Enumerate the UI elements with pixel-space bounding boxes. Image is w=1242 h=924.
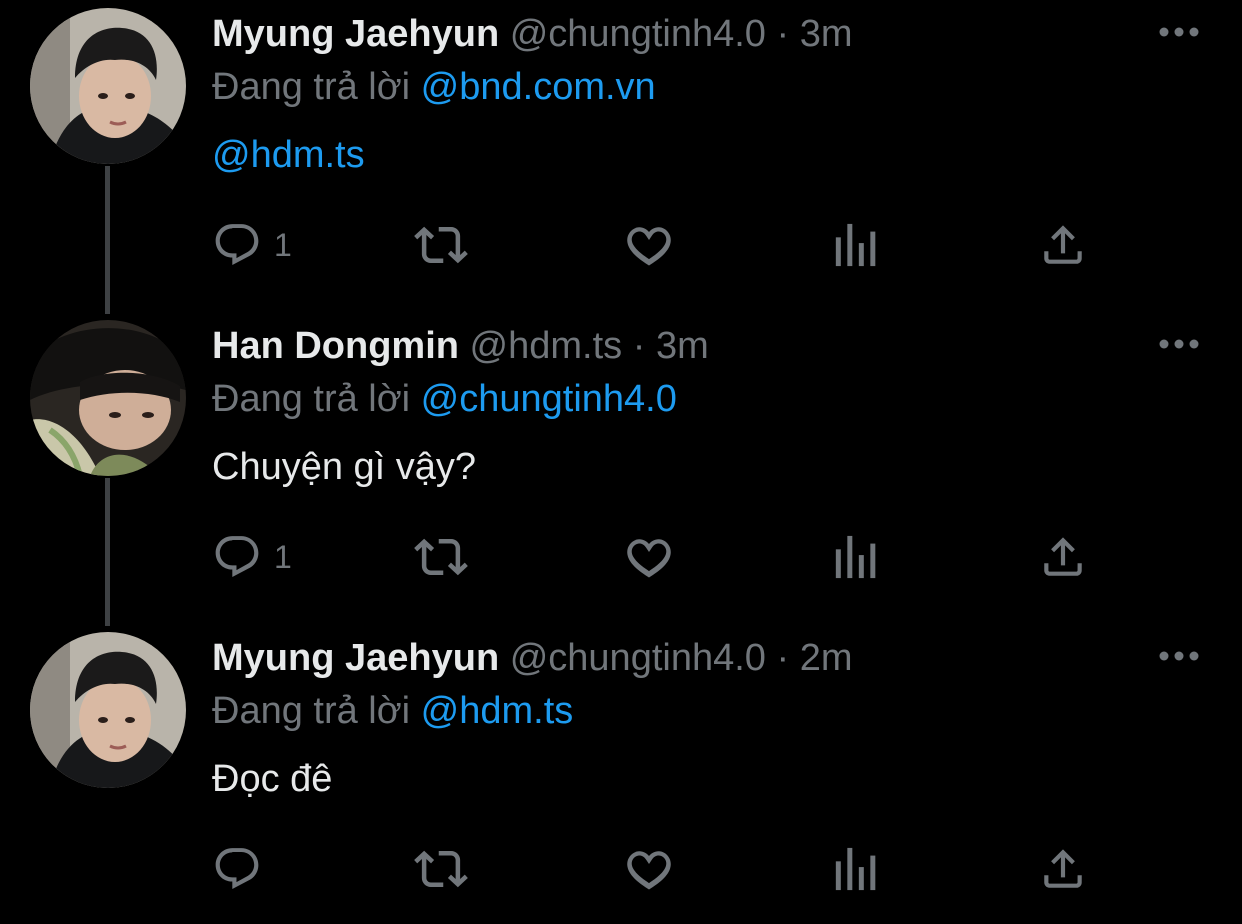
retweet-button[interactable] [414, 530, 468, 584]
tweet-header: Myung Jaehyun @chungtinh4.0 · 3m [212, 10, 853, 58]
author-handle[interactable]: @hdm.ts [470, 325, 623, 367]
author-name[interactable]: Myung Jaehyun [212, 637, 499, 679]
replying-to: Đang trả lời @chungtinh4.0 [212, 375, 677, 423]
avatar[interactable] [30, 320, 186, 476]
author-name[interactable]: Myung Jaehyun [212, 13, 499, 55]
separator-dot: · [776, 637, 790, 679]
retweet-button[interactable] [414, 842, 468, 896]
reply-icon [212, 220, 262, 270]
tweet-text: Đọc đê [212, 758, 333, 800]
analytics-icon [832, 844, 878, 894]
analytics-button[interactable] [832, 530, 878, 584]
like-icon [624, 220, 674, 270]
share-button[interactable] [1038, 842, 1088, 896]
analytics-icon [832, 532, 878, 582]
action-bar: 1 [212, 218, 1112, 272]
tweet-text[interactable]: @hdm.ts [212, 131, 365, 179]
retweet-icon [414, 218, 468, 272]
reply-button[interactable]: 1 [212, 218, 292, 272]
timestamp[interactable]: 3m [656, 325, 709, 367]
like-button[interactable] [624, 218, 674, 272]
retweet-button[interactable] [414, 218, 468, 272]
analytics-icon [832, 220, 878, 270]
tweet-header: Myung Jaehyun @chungtinh4.0 · 2m [212, 634, 853, 682]
tweet[interactable]: Myung Jaehyun @chungtinh4.0 · 2m Đang tr… [0, 624, 1242, 924]
reply-count: 1 [274, 539, 292, 575]
like-button[interactable] [624, 530, 674, 584]
reply-count: 1 [274, 227, 292, 263]
reply-icon [212, 532, 262, 582]
separator-dot: · [632, 325, 646, 367]
tweet[interactable]: Han Dongmin @hdm.ts · 3m Đang trả lời @c… [0, 312, 1242, 612]
action-bar [212, 842, 1112, 896]
retweet-icon [414, 842, 468, 896]
timestamp[interactable]: 3m [800, 13, 853, 55]
tweet-header: Han Dongmin @hdm.ts · 3m [212, 322, 709, 370]
author-name[interactable]: Han Dongmin [212, 325, 459, 367]
retweet-icon [414, 530, 468, 584]
analytics-button[interactable] [832, 842, 878, 896]
share-button[interactable] [1038, 218, 1088, 272]
separator-dot: · [776, 13, 790, 55]
reply-button[interactable]: 1 [212, 530, 292, 584]
author-handle[interactable]: @chungtinh4.0 [510, 637, 766, 679]
reply-icon [212, 844, 262, 894]
action-bar: 1 [212, 530, 1112, 584]
replying-to-link[interactable]: @hdm.ts [421, 690, 574, 732]
replying-to-label: Đang trả lời [212, 378, 411, 420]
tweet[interactable]: Myung Jaehyun @chungtinh4.0 · 3m Đang tr… [0, 0, 1242, 300]
timestamp[interactable]: 2m [800, 637, 853, 679]
share-icon [1038, 844, 1088, 894]
avatar[interactable] [30, 632, 186, 788]
like-button[interactable] [624, 842, 674, 896]
like-icon [624, 532, 674, 582]
more-icon[interactable] [1158, 334, 1200, 354]
replying-to-label: Đang trả lời [212, 66, 411, 108]
replying-to-link[interactable]: @bnd.com.vn [421, 66, 656, 108]
reply-button[interactable] [212, 842, 274, 896]
replying-to-label: Đang trả lời [212, 690, 411, 732]
more-icon[interactable] [1158, 22, 1200, 42]
share-icon [1038, 220, 1088, 270]
replying-to-link[interactable]: @chungtinh4.0 [421, 378, 677, 420]
analytics-button[interactable] [832, 218, 878, 272]
share-icon [1038, 532, 1088, 582]
avatar[interactable] [30, 8, 186, 164]
tweet-text: Chuyện gì vậy? [212, 446, 477, 488]
replying-to: Đang trả lời @hdm.ts [212, 687, 573, 735]
more-icon[interactable] [1158, 646, 1200, 666]
share-button[interactable] [1038, 530, 1088, 584]
replying-to: Đang trả lời @bnd.com.vn [212, 63, 656, 111]
like-icon [624, 844, 674, 894]
author-handle[interactable]: @chungtinh4.0 [510, 13, 766, 55]
